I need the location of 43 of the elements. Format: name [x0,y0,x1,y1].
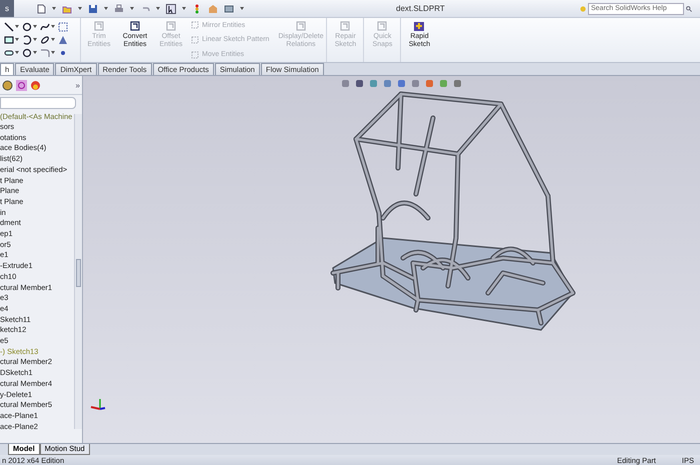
help-icon [580,4,586,12]
caret-icon[interactable] [78,7,82,10]
folder-icon[interactable] [62,4,72,14]
caret-icon[interactable] [104,7,108,10]
line-icon[interactable] [4,22,14,32]
new-document-icon[interactable] [36,4,46,14]
caret-icon[interactable] [52,7,56,10]
menu-tab[interactable]: s [0,0,14,17]
axis-triad-icon [90,398,106,410]
window-title: dext.SLDPRT [395,4,446,13]
crosshair-icon[interactable] [16,80,27,90]
filter-field[interactable] [0,97,76,109]
circle-icon[interactable] [22,22,32,32]
caret-icon[interactable] [51,25,55,28]
select-pointer-icon[interactable] [166,4,176,14]
caret-icon[interactable] [156,7,160,10]
scroll-thumb[interactable] [76,259,81,287]
caret-icon[interactable] [33,51,37,54]
caret-icon[interactable] [15,38,19,41]
search-icon[interactable] [686,4,692,12]
printer-icon[interactable] [114,4,124,14]
arc-icon[interactable] [22,34,32,44]
grid-icon[interactable] [58,22,68,32]
caret-icon[interactable] [33,25,37,28]
3d-viewport[interactable] [83,76,700,443]
caret-icon[interactable] [182,7,186,10]
ellipse-icon[interactable] [40,34,50,44]
slot-icon[interactable] [4,48,14,58]
caret-icon[interactable] [51,51,55,54]
display-icon[interactable] [224,4,234,14]
caret-icon[interactable] [33,38,37,41]
caret-icon[interactable] [15,25,19,28]
expand-button[interactable]: » [76,80,80,90]
caret-icon[interactable] [51,38,55,41]
rectangle-icon[interactable] [4,34,14,44]
scrollbar[interactable] [74,114,82,429]
caret-icon[interactable] [15,51,19,54]
caret-icon[interactable] [130,7,134,10]
spline-icon[interactable] [40,22,50,32]
rapid-sketch-icon[interactable] [413,20,426,32]
caret-icon[interactable] [240,7,244,10]
feature-tree-icon[interactable] [2,80,13,90]
save-icon[interactable] [88,4,98,14]
